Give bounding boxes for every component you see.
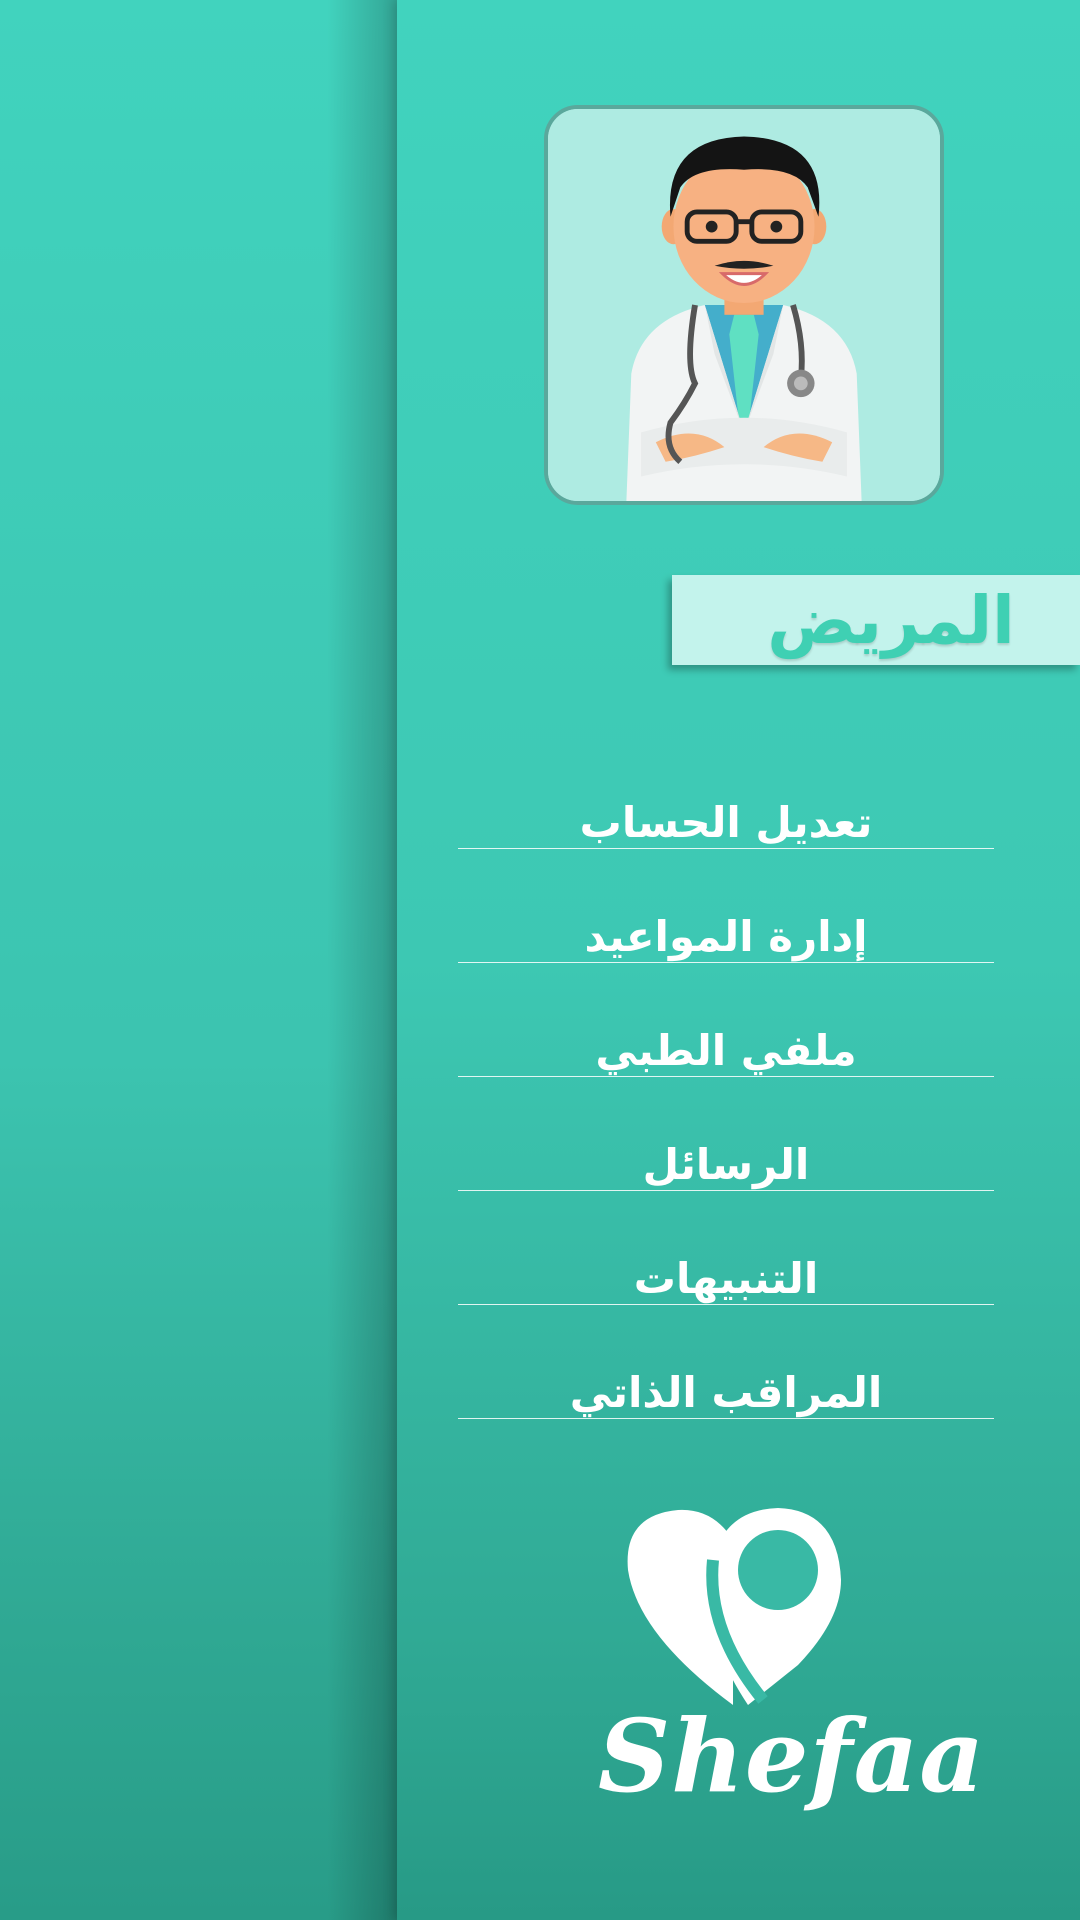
menu-item-label: الرسائل	[642, 1140, 810, 1189]
role-banner: المريض	[672, 575, 1080, 665]
drawer-menu: تعديل الحساب إدارة المواعيد ملفي الطبي ا…	[458, 780, 994, 1419]
doctor-avatar-icon	[548, 109, 940, 501]
role-title: المريض	[767, 581, 1015, 659]
menu-item-label: التنبيهات	[633, 1254, 819, 1303]
profile-avatar[interactable]	[544, 105, 944, 505]
menu-item-label: ملفي الطبي	[595, 1026, 857, 1075]
menu-item-notifications[interactable]: التنبيهات	[458, 1191, 994, 1305]
menu-item-medical-file[interactable]: ملفي الطبي	[458, 963, 994, 1077]
app-content-behind-drawer[interactable]	[0, 0, 397, 1920]
menu-item-label: إدارة المواعيد	[584, 912, 868, 961]
menu-item-self-monitor[interactable]: المراقب الذاتي	[458, 1305, 994, 1419]
menu-item-edit-account[interactable]: تعديل الحساب	[458, 780, 994, 849]
menu-item-label: المراقب الذاتي	[569, 1368, 883, 1417]
brand-name: Shefaa	[598, 1697, 986, 1815]
menu-item-label: تعديل الحساب	[579, 798, 873, 847]
menu-item-messages[interactable]: الرسائل	[458, 1077, 994, 1191]
brand-logo: Shefaa	[598, 1500, 986, 1840]
heart-location-pin-icon	[627, 1508, 841, 1705]
menu-item-manage-appointments[interactable]: إدارة المواعيد	[458, 849, 994, 963]
